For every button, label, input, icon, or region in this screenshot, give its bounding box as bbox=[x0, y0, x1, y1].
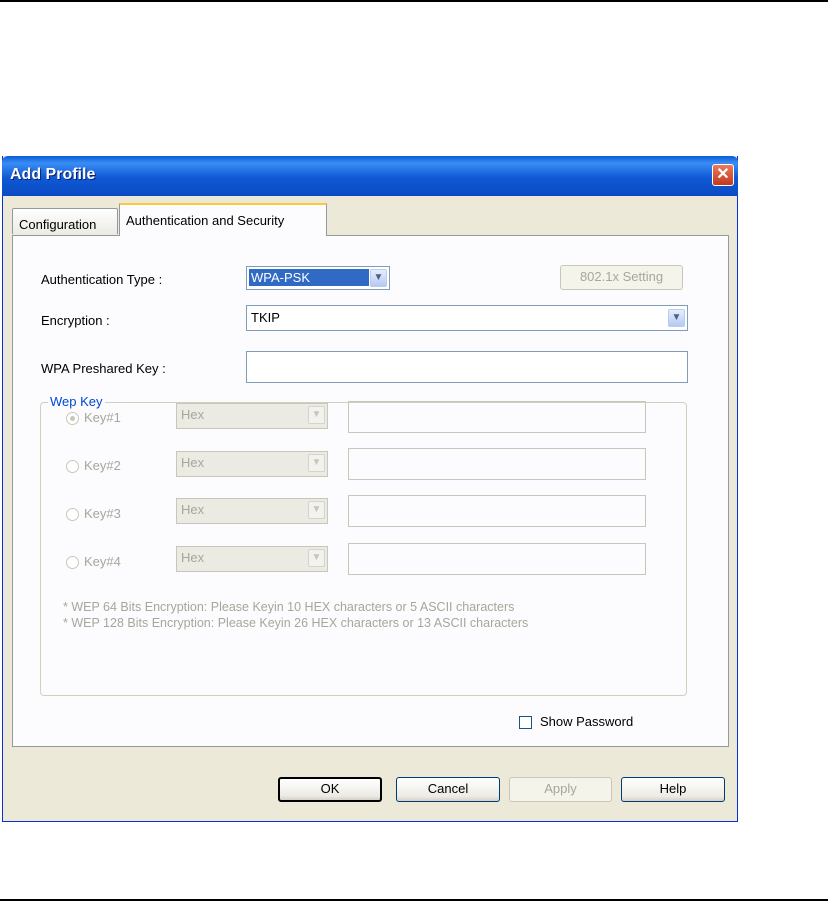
apply-label: Apply bbox=[544, 781, 577, 796]
tab-label: Authentication and Security bbox=[126, 213, 285, 228]
add-profile-dialog: Add Profile ✕ Configuration Authenticati… bbox=[2, 156, 738, 822]
wep-key-group bbox=[40, 402, 687, 696]
tab-authentication-security[interactable]: Authentication and Security bbox=[119, 203, 327, 236]
apply-button[interactable]: Apply bbox=[509, 777, 612, 802]
help-button[interactable]: Help bbox=[621, 777, 725, 802]
tab-label: Configuration bbox=[19, 217, 97, 232]
title-bar[interactable]: Add Profile ✕ bbox=[2, 156, 738, 196]
encryption-label: Encryption : bbox=[41, 313, 110, 328]
chevron-down-icon[interactable]: ▼ bbox=[370, 269, 387, 287]
show-password-checkbox[interactable] bbox=[519, 716, 532, 729]
tab-configuration[interactable]: Configuration bbox=[12, 208, 118, 234]
chevron-down-icon[interactable]: ▼ bbox=[668, 309, 685, 327]
auth-type-label: Authentication Type : bbox=[41, 272, 163, 287]
psk-input[interactable] bbox=[246, 351, 688, 383]
show-password-label[interactable]: Show Password bbox=[540, 714, 633, 729]
close-button[interactable]: ✕ bbox=[712, 164, 734, 186]
auth-type-select[interactable]: WPA-PSK ▼ bbox=[246, 266, 390, 290]
encryption-select[interactable]: TKIP ▼ bbox=[246, 305, 688, 331]
top-rule bbox=[0, 0, 828, 2]
psk-label: WPA Preshared Key : bbox=[41, 361, 166, 376]
encryption-value: TKIP bbox=[251, 310, 280, 325]
window-title: Add Profile bbox=[10, 166, 96, 183]
wep-key-group-label: Wep Key bbox=[48, 394, 105, 409]
ok-button[interactable]: OK bbox=[278, 777, 382, 802]
close-icon: ✕ bbox=[716, 166, 730, 183]
cancel-button[interactable]: Cancel bbox=[396, 777, 500, 802]
8021x-setting-button[interactable]: 802.1x Setting bbox=[560, 265, 683, 290]
bottom-rule bbox=[0, 899, 828, 901]
auth-type-value: WPA-PSK bbox=[249, 269, 369, 286]
